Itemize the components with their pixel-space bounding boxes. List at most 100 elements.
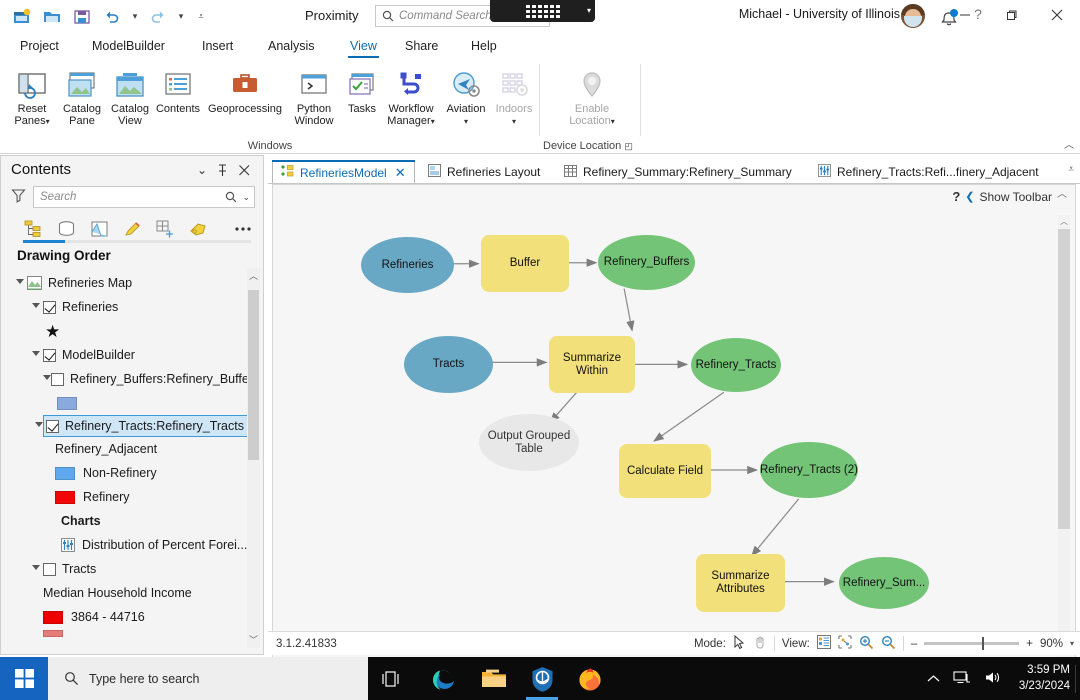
zoom-slider-knob[interactable] xyxy=(982,637,985,650)
taskbar-clock[interactable]: 3:59 PM 3/23/2024 xyxy=(1019,662,1070,694)
tree-item-refinery[interactable]: Refinery xyxy=(9,485,249,509)
reset-panes-button[interactable]: Reset Panes▾ xyxy=(6,62,58,134)
customize-qat-icon[interactable]: ⩡ xyxy=(190,3,212,29)
model-node-calculate-field[interactable]: Calculate Field xyxy=(619,444,711,498)
chevron-left-icon[interactable]: ❮ xyxy=(965,190,974,203)
layer-visibility-checkbox[interactable] xyxy=(51,372,64,386)
help-icon[interactable]: ? xyxy=(952,189,960,204)
account-name[interactable]: Michael - University of Illinois xyxy=(739,7,900,21)
chevron-down-icon[interactable]: ▾ xyxy=(46,117,50,126)
show-toolbar-control[interactable]: ? ❮ Show Toolbar ︿ xyxy=(952,189,1067,204)
model-node-tracts[interactable]: Tracts xyxy=(404,336,493,393)
model-node-refineries[interactable]: Refineries xyxy=(361,237,454,293)
volume-icon[interactable] xyxy=(984,670,1002,688)
twisty-icon[interactable] xyxy=(13,279,27,287)
scrollbar-thumb[interactable] xyxy=(248,290,259,460)
contents-search-input[interactable]: Search ⌄ xyxy=(33,186,255,208)
show-desktop-divider[interactable] xyxy=(1075,665,1076,693)
zoom-out-button[interactable]: – xyxy=(911,638,917,650)
tree-item-modelbuilder[interactable]: ModelBuilder xyxy=(9,343,249,367)
zoom-slider[interactable] xyxy=(924,637,1020,650)
tree-item-refineries-map[interactable]: Refineries Map xyxy=(9,271,249,295)
search-icon[interactable] xyxy=(225,191,237,203)
ribbon-tab-share[interactable]: Share xyxy=(395,32,448,60)
scrollbar-thumb[interactable] xyxy=(1058,229,1070,529)
view-tabs-overflow-icon[interactable]: ⩡ xyxy=(1068,164,1074,175)
catalog-view-button[interactable]: Catalog View xyxy=(104,62,156,134)
model-node-refinery-tracts-2[interactable]: Refinery_Tracts (2) xyxy=(760,442,858,498)
view-tab-refinery-summary[interactable]: Refinery_Summary:Refinery_Summary xyxy=(556,160,800,184)
open-project-icon[interactable] xyxy=(38,3,66,29)
tree-item-refineries[interactable]: Refineries xyxy=(9,295,249,319)
show-hidden-icons-icon[interactable] xyxy=(927,672,940,686)
windows-start-icon[interactable] xyxy=(0,657,48,700)
auto-layout-icon[interactable] xyxy=(838,635,852,652)
keyboard-overlay-icon[interactable]: ▾ xyxy=(490,0,595,22)
python-window-button[interactable]: Python Window xyxy=(288,62,340,134)
list-by-editing-icon[interactable] xyxy=(122,218,143,240)
tree-item-non-refinery[interactable]: Non-Refinery xyxy=(9,461,249,485)
file-explorer-icon[interactable] xyxy=(470,657,518,700)
list-by-snapping-icon[interactable] xyxy=(154,218,175,240)
layer-visibility-checkbox[interactable] xyxy=(43,348,56,362)
tree-item-chart-distribution[interactable]: Distribution of Percent Forei... xyxy=(9,533,249,557)
canvas-vertical-scrollbar[interactable]: ︿ ﹀ xyxy=(1058,215,1070,700)
layer-visibility-checkbox[interactable] xyxy=(43,300,56,314)
select-pointer-icon[interactable] xyxy=(733,634,746,652)
taskbar-search-input[interactable]: Type here to search xyxy=(48,657,368,700)
geoprocessing-button[interactable]: Geoprocessing xyxy=(204,62,286,134)
chevron-down-icon[interactable]: ▾ xyxy=(512,117,516,126)
ribbon-tab-project[interactable]: Project xyxy=(10,32,69,60)
pan-hand-icon[interactable] xyxy=(753,635,767,652)
keyboard-overlay-caret-icon[interactable]: ▾ xyxy=(587,6,591,15)
redo-icon[interactable] xyxy=(144,3,172,29)
twisty-icon[interactable] xyxy=(29,351,43,359)
tree-item-tracts[interactable]: Tracts xyxy=(9,557,249,581)
aviation-button[interactable]: Aviation ▾ xyxy=(440,62,492,134)
close-icon[interactable] xyxy=(235,161,253,179)
redo-dropdown-icon[interactable]: ▾ xyxy=(174,3,188,29)
collapse-icon[interactable]: ︿ xyxy=(1057,185,1067,200)
view-tab-refineriesmodel[interactable]: RefineriesModel ✕ xyxy=(272,160,415,184)
twisty-icon[interactable] xyxy=(29,303,43,311)
zoom-out-icon[interactable] xyxy=(881,635,896,653)
chevron-down-icon[interactable]: ▾ xyxy=(464,117,468,126)
undo-icon[interactable] xyxy=(98,3,126,29)
chevron-down-icon[interactable]: ▾ xyxy=(431,117,435,126)
dialog-launcher-icon[interactable]: ◰ xyxy=(624,141,633,151)
list-by-selection-icon[interactable] xyxy=(89,218,110,240)
zoom-in-icon[interactable] xyxy=(859,635,874,653)
firefox-icon[interactable] xyxy=(566,657,614,700)
tree-item-refinery-adjacent[interactable]: Refinery_Adjacent xyxy=(9,437,249,461)
minimize-button[interactable] xyxy=(942,0,988,30)
workflow-manager-button[interactable]: Workflow Manager▾ xyxy=(380,62,442,134)
collapse-ribbon-icon[interactable]: ︿ xyxy=(1064,136,1074,151)
twisty-icon[interactable] xyxy=(43,375,51,383)
ribbon-tab-insert[interactable]: Insert xyxy=(192,32,243,60)
model-node-summarize-within[interactable]: Summarize Within xyxy=(549,336,635,393)
scroll-down-icon[interactable]: ﹀ xyxy=(247,632,260,648)
search-options-chevron-icon[interactable]: ⌄ xyxy=(242,192,250,203)
new-project-icon[interactable] xyxy=(8,3,36,29)
model-node-refinery-buffers[interactable]: Refinery_Buffers xyxy=(598,235,695,290)
ribbon-tab-view[interactable]: View xyxy=(340,32,387,60)
model-canvas[interactable]: ? ❮ Show Toolbar ︿ Refineries Buffer Ref… xyxy=(272,184,1076,700)
model-node-refinery-tracts[interactable]: Refinery_Tracts xyxy=(691,338,781,392)
list-by-drawing-order-icon[interactable] xyxy=(23,218,44,240)
layer-visibility-checkbox[interactable] xyxy=(43,562,56,576)
pin-icon[interactable] xyxy=(213,161,231,179)
scroll-up-icon[interactable]: ︿ xyxy=(247,268,260,284)
ribbon-tab-analysis[interactable]: Analysis xyxy=(258,32,325,60)
edge-icon[interactable] xyxy=(420,657,468,700)
menu-chevron-icon[interactable]: ⌄ xyxy=(193,161,211,179)
avatar[interactable] xyxy=(901,4,925,28)
fit-to-window-icon[interactable] xyxy=(816,635,831,652)
ribbon-tab-modelbuilder[interactable]: ModelBuilder xyxy=(82,32,175,60)
arcgis-pro-icon[interactable] xyxy=(518,657,566,700)
catalog-pane-button[interactable]: Catalog Pane xyxy=(56,62,108,134)
more-options-icon[interactable] xyxy=(232,218,253,240)
task-view-icon[interactable] xyxy=(368,657,416,700)
list-by-labeling-icon[interactable] xyxy=(187,218,208,240)
view-tab-refineries-layout[interactable]: Refineries Layout xyxy=(420,160,548,184)
model-node-buffer[interactable]: Buffer xyxy=(481,235,569,292)
